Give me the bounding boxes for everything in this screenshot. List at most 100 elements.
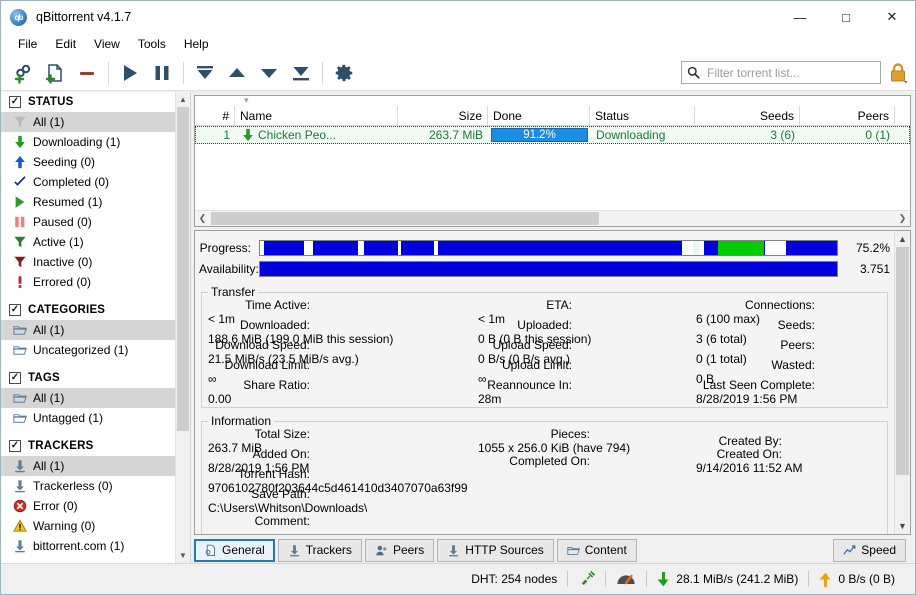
close-button[interactable]: ✕ <box>869 1 915 33</box>
download-speed-label: 28.1 MiB/s (241.2 MiB) <box>676 572 799 586</box>
section-checkbox[interactable]: ✓ <box>9 304 21 316</box>
search-input[interactable] <box>705 64 875 81</box>
chart-line-icon <box>843 544 856 557</box>
sidebar-section-header-tags[interactable]: ✓ TAGS <box>1 368 175 388</box>
scrollbar-thumb[interactable] <box>177 107 189 431</box>
sidebar-item-errored[interactable]: Errored (0) <box>1 272 175 292</box>
menu-bar: File Edit View Tools Help <box>1 33 915 55</box>
sidebar-section-header-categories[interactable]: ✓ CATEGORIES <box>1 300 175 320</box>
add-torrent-link-button[interactable] <box>7 58 39 88</box>
tab-http-sources[interactable]: HTTP Sources <box>437 538 554 562</box>
sidebar-section-header-status[interactable]: ✓ STATUS <box>1 92 175 112</box>
dht-label: DHT: 254 nodes <box>471 572 558 586</box>
column-header-size[interactable]: Size <box>398 106 488 125</box>
info-field: Share Ratio: 0.00 <box>208 378 316 406</box>
scrollbar-thumb[interactable] <box>896 247 909 475</box>
sidebar-item-label: Completed (0) <box>33 175 110 189</box>
column-header-seeds[interactable]: Seeds <box>695 106 800 125</box>
tab-speed[interactable]: Speed <box>833 538 906 562</box>
cell-peers: 0 (1) <box>865 128 890 142</box>
sidebar-item-label: Paused (0) <box>33 215 92 229</box>
scroll-up-icon[interactable]: ▲ <box>895 231 910 247</box>
menu-view[interactable]: View <box>85 35 129 53</box>
sidebar-item-all[interactable]: All (1) <box>1 456 175 476</box>
tab-content[interactable]: Content <box>556 538 637 562</box>
menu-help[interactable]: Help <box>175 35 218 53</box>
progress-segment <box>693 240 700 255</box>
tab-trackers[interactable]: Trackers <box>277 538 362 562</box>
sidebar-item-bittorrent-com[interactable]: bittorrent.com (1) <box>1 536 175 556</box>
section-checkbox[interactable]: ✓ <box>9 96 21 108</box>
column-header-name[interactable]: Name <box>235 106 398 125</box>
sidebar-item-paused[interactable]: Paused (0) <box>1 212 175 232</box>
sidebar-item-inactive[interactable]: Inactive (0) <box>1 252 175 272</box>
move-up-button[interactable] <box>221 58 253 88</box>
scroll-up-icon[interactable]: ▲ <box>176 92 190 107</box>
tab-label: Trackers <box>305 543 352 557</box>
progress-segment <box>438 240 683 255</box>
connection-status[interactable] <box>568 570 605 588</box>
menu-tools[interactable]: Tools <box>129 35 175 53</box>
sidebar-item-untagged[interactable]: Untagged (1) <box>1 408 175 428</box>
sidebar-item-completed[interactable]: Completed (0) <box>1 172 175 192</box>
pause-torrent-button[interactable] <box>146 58 178 88</box>
sidebar-item-active[interactable]: Active (1) <box>1 232 175 252</box>
tab-peers[interactable]: Peers <box>364 538 435 562</box>
move-to-top-button[interactable] <box>189 58 221 88</box>
plug-green-icon <box>578 570 596 588</box>
add-torrent-file-button[interactable] <box>39 58 71 88</box>
scroll-down-icon[interactable]: ▼ <box>895 518 910 534</box>
maximize-button[interactable]: □ <box>823 1 869 33</box>
sidebar-item-all[interactable]: All (1) <box>1 112 175 132</box>
sidebar-section-header-trackers[interactable]: ✓ TRACKERS <box>1 436 175 456</box>
sidebar-item-trackerless[interactable]: Trackerless (0) <box>1 476 175 496</box>
speedometer-icon <box>616 571 636 588</box>
info-label: Time Active: <box>245 298 310 312</box>
tab-label: Speed <box>861 543 896 557</box>
section-checkbox[interactable]: ✓ <box>9 440 21 452</box>
scroll-left-icon[interactable]: ❮ <box>195 211 210 226</box>
info-field: Completed On: <box>478 454 596 468</box>
filter-search-box[interactable] <box>681 61 881 84</box>
start-torrent-button[interactable] <box>114 58 146 88</box>
availability-fill <box>260 261 837 276</box>
sidebar-item-label: Warning (0) <box>33 519 96 533</box>
row-progress-bar: 91.2% <box>491 128 588 142</box>
minimize-button[interactable]: — <box>777 1 823 33</box>
column-header-done[interactable]: Done <box>488 106 590 125</box>
table-row[interactable]: 1 Chicken Peo... 263.7 MiB 91.2% Downloading… <box>195 126 910 144</box>
torrent-list-horizontal-scrollbar[interactable]: ❮ ❯ <box>195 210 910 226</box>
preferences-button[interactable] <box>328 58 360 88</box>
sidebar-item-downloading[interactable]: Downloading (1) <box>1 132 175 152</box>
sidebar-item-resumed[interactable]: Resumed (1) <box>1 192 175 212</box>
chevron-down-icon[interactable]: ▾ <box>244 95 249 106</box>
sidebar-item-seeding[interactable]: Seeding (0) <box>1 152 175 172</box>
sidebar-item-all[interactable]: All (1) <box>1 320 175 340</box>
arrow-down-green-icon <box>11 134 29 150</box>
scroll-right-icon[interactable]: ❯ <box>895 211 910 226</box>
move-down-button[interactable] <box>253 58 285 88</box>
sidebar-vertical-scrollbar[interactable]: ▲ ▼ <box>175 92 190 563</box>
alt-speed-status[interactable] <box>606 571 646 588</box>
torrent-name: Chicken Peo... <box>258 128 337 142</box>
scroll-down-icon[interactable]: ▼ <box>176 548 190 563</box>
tab-general[interactable]: General <box>194 538 275 562</box>
info-field: Comment: <box>208 514 316 528</box>
torrent-list-header: # Name Size Done Status Seeds Peers <box>195 106 910 126</box>
sidebar-item-all[interactable]: All (1) <box>1 388 175 408</box>
menu-edit[interactable]: Edit <box>46 35 85 53</box>
section-checkbox[interactable]: ✓ <box>9 372 21 384</box>
sidebar-item-error[interactable]: Error (0) <box>1 496 175 516</box>
move-to-bottom-button[interactable] <box>285 58 317 88</box>
scrollbar-thumb[interactable] <box>211 212 599 225</box>
info-column-right: Created By: <box>696 434 881 448</box>
details-vertical-scrollbar[interactable]: ▲ ▼ <box>894 231 910 534</box>
lock-button[interactable] <box>885 59 911 87</box>
column-header-status[interactable]: Status <box>590 106 695 125</box>
remove-torrent-button[interactable] <box>71 58 103 88</box>
column-header-peers[interactable]: Peers <box>800 106 895 125</box>
sidebar-item-warning[interactable]: Warning (0) <box>1 516 175 536</box>
menu-file[interactable]: File <box>9 35 46 53</box>
column-header-num[interactable]: # <box>195 106 235 125</box>
sidebar-item-uncategorized[interactable]: Uncategorized (1) <box>1 340 175 360</box>
